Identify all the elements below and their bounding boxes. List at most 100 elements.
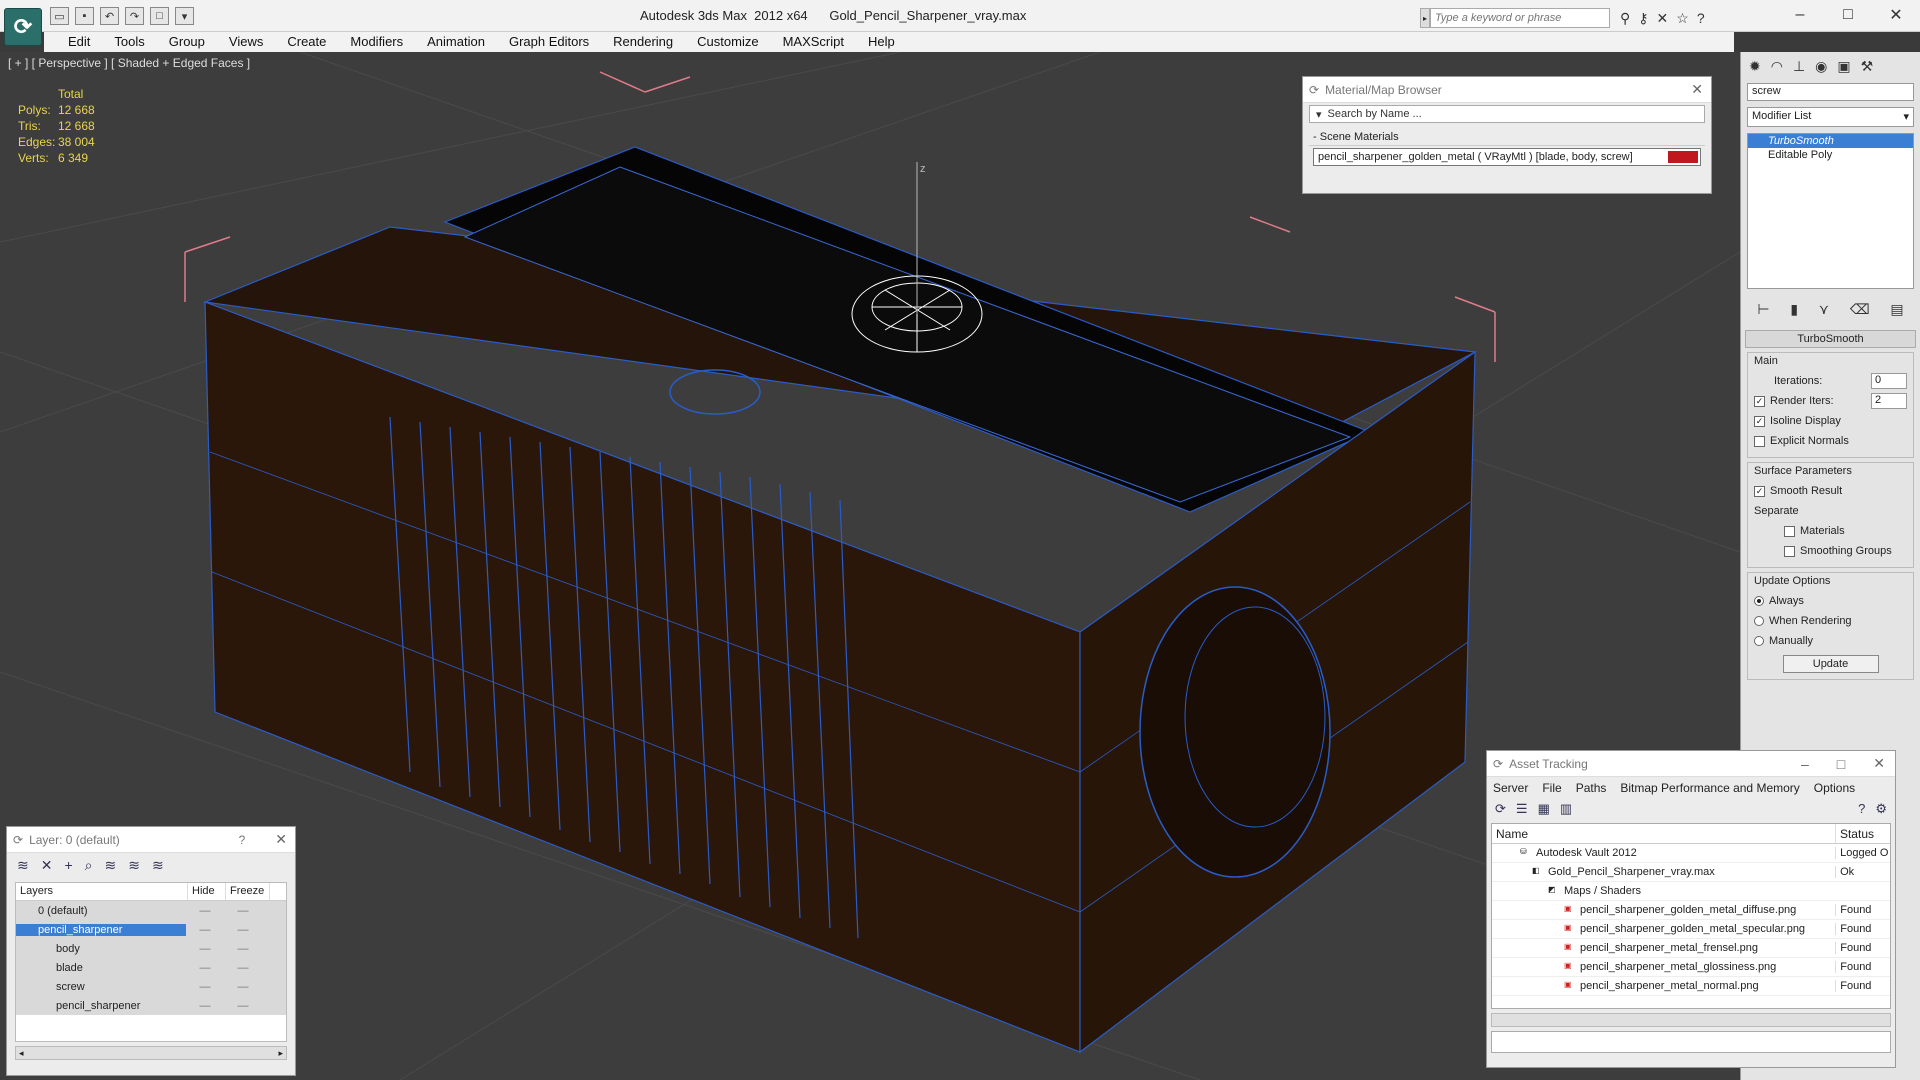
menu-animation[interactable]: Animation [415,32,497,52]
dropdown-icon[interactable]: ▾ [175,7,194,25]
manually-radio[interactable] [1754,636,1764,646]
select-objects-icon[interactable]: ⌕ [85,857,93,874]
update-button[interactable]: Update [1782,655,1879,673]
hide-toggle[interactable]: — [186,905,224,917]
menu-rendering[interactable]: Rendering [601,32,685,52]
show-end-result-icon[interactable]: ▮ [1790,301,1798,318]
turbosmooth-rollout[interactable]: TurboSmooth [1745,330,1916,348]
render-iters-checkbox[interactable]: ✓ [1754,395,1765,407]
menu-tools[interactable]: Tools [102,32,156,52]
freeze-all-icon[interactable]: ≋ [152,857,164,874]
hide-toggle[interactable]: — [186,1000,224,1012]
menu-graph-editors[interactable]: Graph Editors [497,32,601,52]
project-folder-icon[interactable]: □ [150,7,169,25]
col-layers[interactable]: Layers [16,883,188,900]
layer-row[interactable]: blade — — [16,958,286,977]
keyword-search-input[interactable] [1430,8,1610,28]
material-search-input[interactable]: ▾ Search by Name ... [1309,105,1705,123]
redo-icon[interactable]: ↷ [125,7,144,25]
stack-item-turbosmooth[interactable]: TurboSmooth [1748,134,1913,148]
layer-manager-titlebar[interactable]: ⟳ Layer: 0 (default) ? ✕ [7,827,295,853]
menu-create[interactable]: Create [275,32,338,52]
maximize-icon[interactable]: □ [1837,756,1845,772]
hierarchy-tab-icon[interactable]: ⊥ [1793,58,1805,75]
hide-all-icon[interactable]: ≋ [128,857,140,874]
remove-modifier-icon[interactable]: ⌫ [1850,301,1870,318]
always-radio[interactable] [1754,596,1764,606]
pin-stack-icon[interactable]: ⊢ [1757,301,1769,318]
freeze-toggle[interactable]: — [224,1000,262,1012]
help-icon[interactable]: ? [1858,801,1865,817]
minimize-icon[interactable]: – [1801,756,1809,772]
freeze-toggle[interactable]: — [224,943,262,955]
chevron-down-icon[interactable]: ▾ [1316,108,1322,121]
freeze-toggle[interactable]: — [224,962,262,974]
exchange-icon[interactable]: ✕ [1657,10,1669,27]
iterations-spinner[interactable]: 0 [1871,373,1907,389]
freeze-toggle[interactable]: — [224,924,262,936]
display-tab-icon[interactable]: ▣ [1837,58,1850,75]
scroll-left-icon[interactable]: ◂ [19,1048,24,1059]
make-unique-icon[interactable]: ⋎ [1819,301,1829,318]
smoothing-groups-checkbox[interactable] [1784,545,1795,557]
horizontal-scrollbar[interactable] [1491,1013,1891,1027]
asset-row[interactable]: ▣ pencil_sharpener_golden_metal_specular.… [1492,920,1890,939]
layer-row[interactable]: screw — — [16,977,286,996]
layer-row[interactable]: body — — [16,939,286,958]
close-icon[interactable]: ✕ [1691,81,1703,98]
asset-row[interactable]: ▣ pencil_sharpener_metal_normal.png Found [1492,977,1890,996]
freeze-toggle[interactable]: — [224,905,262,917]
isoline-checkbox[interactable]: ✓ [1754,415,1765,427]
materials-checkbox[interactable] [1784,525,1795,537]
stack-item-editable-poly[interactable]: Editable Poly [1748,148,1913,162]
col-name[interactable]: Name [1492,824,1835,843]
layer-row[interactable]: 0 (default) — — [16,901,286,920]
search-expand-icon[interactable]: ▸ [1420,8,1430,28]
menu-options[interactable]: Options [1814,781,1855,795]
menu-customize[interactable]: Customize [685,32,770,52]
utilities-tab-icon[interactable]: ⚒ [1861,58,1874,75]
scene-materials-header[interactable]: - Scene Materials [1309,129,1705,146]
menu-views[interactable]: Views [217,32,275,52]
explicit-normals-checkbox[interactable] [1754,435,1765,447]
hide-toggle[interactable]: — [186,981,224,993]
menu-file[interactable]: File [1542,781,1561,795]
undo-icon[interactable]: ↶ [100,7,119,25]
minimize-button[interactable]: – [1776,0,1824,30]
asset-row[interactable]: ▣ pencil_sharpener_golden_metal_diffuse.p… [1492,901,1890,920]
when-rendering-radio[interactable] [1754,616,1764,626]
help-icon[interactable]: ? [1697,10,1705,27]
delete-layer-icon[interactable]: ✕ [41,857,53,874]
layer-row[interactable]: pencil_sharpener — — [16,920,286,939]
asset-row[interactable]: ◧ Gold_Pencil_Sharpener_vray.max Ok [1492,863,1890,882]
save-icon[interactable]: ▪ [75,7,94,25]
close-icon[interactable]: ✕ [275,831,287,848]
motion-tab-icon[interactable]: ◉ [1815,58,1827,75]
key-icon[interactable]: ⚷ [1638,10,1648,27]
open-file-icon[interactable]: ▭ [50,7,69,25]
app-menu-button[interactable]: ⟳ [4,8,42,46]
menu-edit[interactable]: Edit [56,32,102,52]
smooth-result-checkbox[interactable]: ✓ [1754,485,1765,497]
refresh-icon[interactable]: ⟳ [1495,801,1506,817]
menu-paths[interactable]: Paths [1576,781,1607,795]
layer-row[interactable]: pencil_sharpener — — [16,996,286,1015]
binoculars-icon[interactable]: ⚲ [1620,10,1630,27]
object-name-field[interactable]: screw [1747,83,1914,101]
asset-row[interactable]: ◩ Maps / Shaders [1492,882,1890,901]
highlight-layer-icon[interactable]: ≋ [105,857,117,874]
menu-maxscript[interactable]: MAXScript [771,32,856,52]
favorites-star-icon[interactable]: ☆ [1676,10,1689,27]
close-button[interactable]: ✕ [1872,0,1920,30]
col-status[interactable]: Status [1834,824,1890,843]
close-icon[interactable]: ✕ [1873,755,1885,772]
settings-icon[interactable]: ⚙ [1875,801,1887,817]
material-entry[interactable]: pencil_sharpener_golden_metal ( VRayMtl … [1313,148,1701,166]
scroll-right-icon[interactable]: ▸ [278,1048,283,1059]
render-iters-spinner[interactable]: 2 [1871,393,1907,409]
table-view-icon[interactable]: ▥ [1560,801,1572,817]
hide-toggle[interactable]: — [186,924,224,936]
asset-row[interactable]: ▣ pencil_sharpener_metal_frensel.png Foun… [1492,939,1890,958]
list-view-icon[interactable]: ☰ [1516,801,1528,817]
col-freeze[interactable]: Freeze [226,883,270,900]
